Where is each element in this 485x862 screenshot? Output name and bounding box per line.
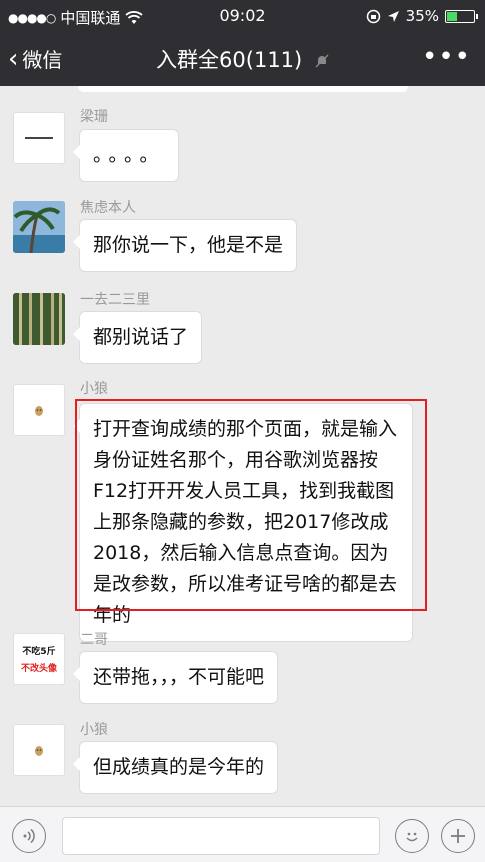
sender-name: 梁珊	[80, 109, 108, 125]
more-functions-button[interactable]	[441, 819, 475, 853]
battery-icon	[445, 9, 478, 23]
chat-history[interactable]: 梁珊 。。。。 焦虑本人 那你说一下，他是不是 一去二三里 都别说话了 小狼 打…	[0, 86, 485, 800]
message-bubble[interactable]: 。。。。	[73, 129, 179, 182]
message-bubble[interactable]: 那你说一下，他是不是	[72, 219, 298, 272]
plus-icon	[451, 829, 465, 843]
status-right: 35%	[366, 7, 478, 25]
mute-bell-icon	[315, 54, 329, 68]
sender-name: 一去二三里	[80, 292, 150, 308]
avatar[interactable]	[13, 724, 65, 776]
more-options-button[interactable]: •••	[422, 42, 471, 72]
emoji-button[interactable]	[395, 819, 429, 853]
highlight-annotation	[75, 399, 427, 611]
message-bubble[interactable]: 但成绩真的是今年的	[72, 741, 279, 794]
message-bubble[interactable]: 都别说话了	[72, 311, 203, 364]
forest-avatar-icon	[13, 293, 65, 345]
sender-name: 小狼	[80, 722, 108, 738]
previous-message-bubble	[78, 86, 408, 92]
palm-tree-avatar-icon	[13, 201, 65, 253]
avatar[interactable]	[13, 112, 65, 164]
avatar[interactable]	[13, 293, 65, 345]
avatar[interactable]	[13, 201, 65, 253]
input-bar	[0, 806, 485, 862]
sender-name: 二哥	[80, 632, 108, 648]
avatar[interactable]	[13, 384, 65, 436]
location-icon	[387, 10, 399, 22]
avatar[interactable]: 不吃5斤 不改头像	[13, 633, 65, 685]
rotation-lock-icon	[366, 9, 380, 23]
battery-percent: 35%	[405, 7, 439, 25]
voice-button[interactable]	[12, 819, 46, 853]
avatar-text-line-2: 不改头像	[20, 664, 57, 674]
smiley-icon	[406, 832, 418, 842]
status-bar: ●●●●○ 中国联通 09:02 35%	[0, 0, 485, 32]
nav-bar: ‹ 微信 入群全60(111) •••	[0, 32, 485, 86]
group-name: 入群全60(111)	[156, 48, 303, 72]
sender-name: 焦虑本人	[80, 200, 136, 216]
message-bubble[interactable]: 还带拖，，，不可能吧	[72, 651, 279, 704]
wolf-avatar-icon	[35, 746, 43, 756]
wolf-avatar-icon	[35, 406, 43, 416]
voice-icon	[23, 828, 35, 844]
white-sticker-avatar-icon	[25, 137, 53, 139]
sender-name: 小狼	[80, 381, 108, 397]
message-input[interactable]	[62, 817, 380, 855]
avatar-text-line-1: 不吃5斤	[22, 647, 56, 657]
chat-title: 入群全60(111)	[0, 44, 485, 74]
